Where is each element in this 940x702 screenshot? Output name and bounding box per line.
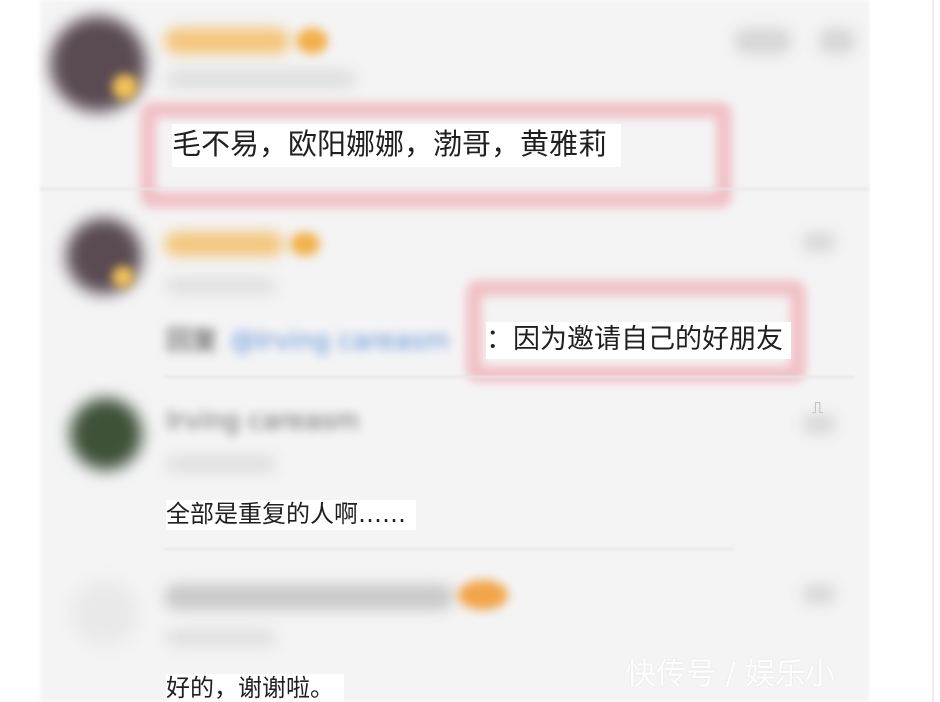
username-blurred[interactable] <box>164 232 284 256</box>
reply-prefix: 回复 <box>166 326 219 356</box>
mention-link[interactable]: @Irving careasm <box>230 328 449 354</box>
level-badge-icon <box>296 28 328 54</box>
more-icon[interactable] <box>818 28 856 54</box>
like-icon[interactable] <box>734 28 792 54</box>
username-blurred[interactable] <box>164 584 454 610</box>
avatar[interactable] <box>70 398 142 470</box>
like-icon[interactable] <box>802 414 836 434</box>
comment-text: 毛不易，欧阳娜娜，渤哥，黄雅莉 <box>172 124 622 167</box>
verified-badge-icon <box>112 266 134 288</box>
level-badge-icon <box>458 580 508 610</box>
divider <box>164 376 854 378</box>
watermark: 快传号 / 娱乐小 <box>626 657 836 692</box>
username-blurred[interactable] <box>164 28 290 54</box>
avatar[interactable] <box>72 580 138 646</box>
timestamp-blurred <box>166 70 356 88</box>
timestamp-blurred <box>166 278 276 294</box>
comment-text: 全部是重复的人啊…… <box>166 500 416 530</box>
like-icon[interactable] <box>802 232 836 252</box>
like-icon[interactable] <box>802 584 836 604</box>
level-badge-icon <box>290 232 320 256</box>
comment-text: 好的，谢谢啦。 <box>166 674 344 702</box>
divider <box>40 188 870 190</box>
screenshot-canvas: 毛不易，欧阳娜娜，渤哥，黄雅莉 回复 @Irving careasm ：因为邀请… <box>0 0 940 702</box>
timestamp-blurred <box>166 456 276 472</box>
comment-text: ：因为邀请自己的好朋友 <box>486 322 791 359</box>
divider <box>164 548 734 550</box>
right-gutter <box>870 0 940 702</box>
right-edge-line <box>932 0 934 702</box>
username[interactable]: Irving careasm <box>166 408 359 434</box>
timestamp-blurred <box>166 630 276 646</box>
verified-badge-icon <box>112 74 138 100</box>
